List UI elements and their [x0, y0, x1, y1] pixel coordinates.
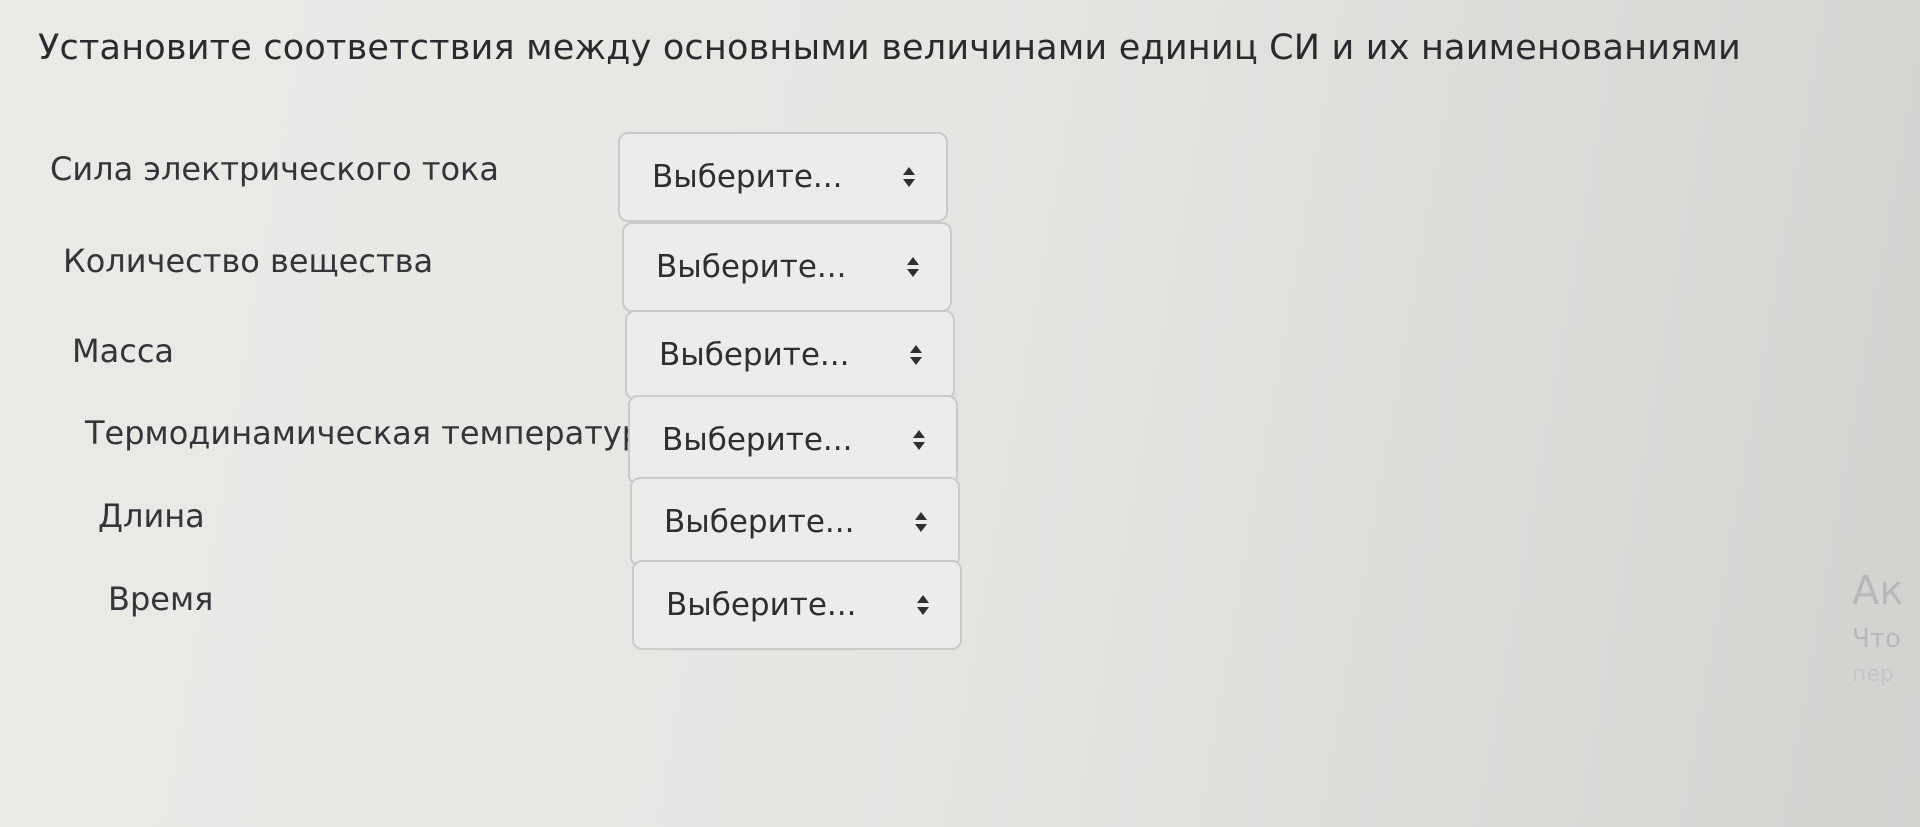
up-down-chevron-icon — [916, 594, 930, 616]
select-time[interactable]: Выберите... — [632, 560, 962, 650]
row-label-time: Время — [108, 580, 214, 618]
row-label-thermodynamic-temperature: Термодинамическая температура — [85, 414, 662, 452]
up-down-chevron-icon — [909, 344, 923, 366]
select-mass[interactable]: Выберите... — [625, 310, 955, 400]
select-value: Выберите... — [666, 587, 857, 623]
overlay-text-partial-2: пер — [1852, 662, 1894, 687]
up-down-chevron-icon — [914, 511, 928, 533]
select-value: Выберите... — [659, 337, 850, 373]
select-value: Выберите... — [662, 422, 853, 458]
select-length[interactable]: Выберите... — [630, 477, 960, 567]
row-label-amount-of-substance: Количество вещества — [63, 242, 434, 280]
select-amount-of-substance[interactable]: Выберите... — [622, 222, 952, 312]
up-down-chevron-icon — [902, 166, 916, 188]
up-down-chevron-icon — [906, 256, 920, 278]
select-value: Выберите... — [664, 504, 855, 540]
row-label-length: Длина — [98, 497, 205, 535]
row-label-mass: Масса — [72, 332, 175, 370]
select-value: Выберите... — [656, 249, 847, 285]
up-down-chevron-icon — [912, 429, 926, 451]
overlay-text-partial: Что — [1852, 624, 1901, 654]
overlay-heading-partial: Ак — [1852, 568, 1904, 614]
select-thermodynamic-temperature[interactable]: Выберите... — [628, 395, 958, 485]
row-label-electric-current: Сила электрического тока — [50, 150, 499, 188]
select-electric-current[interactable]: Выберите... — [618, 132, 948, 222]
select-value: Выберите... — [652, 159, 843, 195]
question-title: Установите соответствия между основными … — [38, 28, 1741, 68]
